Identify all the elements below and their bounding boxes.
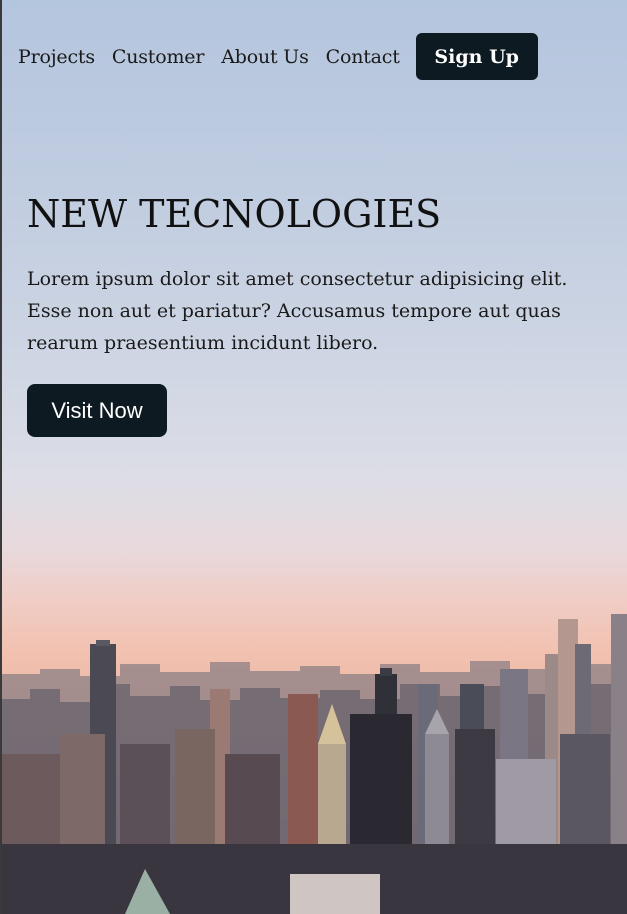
left-edge-border: [0, 0, 2, 914]
nav-link-projects[interactable]: Projects: [18, 46, 95, 68]
nav-link-about-us[interactable]: About Us: [221, 46, 309, 68]
hero-description: Lorem ipsum dolor sit amet consectetur a…: [27, 268, 568, 354]
hero-background-image: [0, 0, 627, 914]
city-skyline: [0, 614, 627, 914]
top-navigation: Projects Customer About Us Contact Sign …: [18, 33, 538, 80]
visit-now-button[interactable]: Visit Now: [27, 384, 167, 437]
nav-link-customer[interactable]: Customer: [112, 46, 205, 68]
sign-up-button[interactable]: Sign Up: [415, 33, 538, 80]
nav-link-contact[interactable]: Contact: [326, 46, 400, 68]
hero-title: NEW TECNOLOGIES: [27, 192, 442, 236]
